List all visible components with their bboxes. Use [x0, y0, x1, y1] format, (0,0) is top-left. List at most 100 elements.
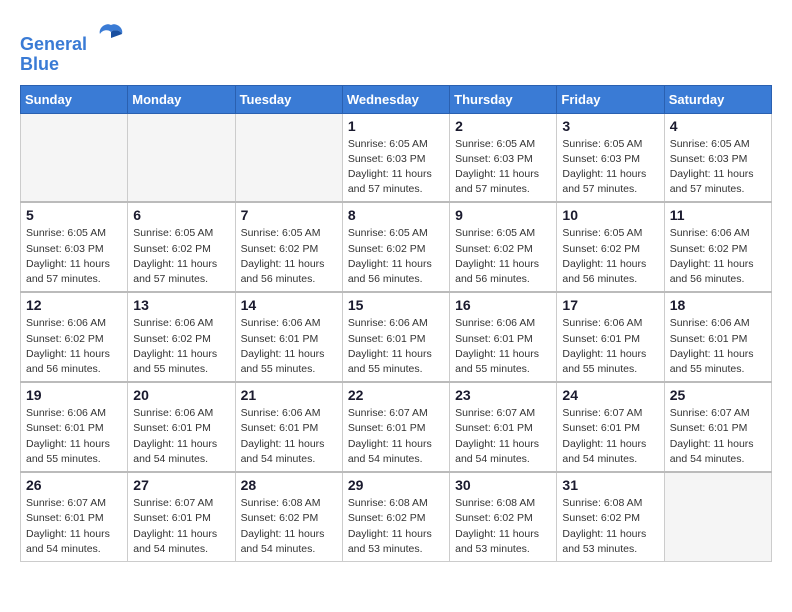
calendar-week-row: 1 Sunrise: 6:05 AMSunset: 6:03 PMDaylight…	[21, 113, 772, 202]
calendar-cell: 27 Sunrise: 6:07 AMSunset: 6:01 PMDayligh…	[128, 472, 235, 561]
day-number: 13	[133, 297, 229, 313]
day-number: 28	[241, 477, 337, 493]
calendar-cell: 16 Sunrise: 6:06 AMSunset: 6:01 PMDayligh…	[450, 292, 557, 382]
calendar-cell: 17 Sunrise: 6:06 AMSunset: 6:01 PMDayligh…	[557, 292, 664, 382]
calendar-cell: 28 Sunrise: 6:08 AMSunset: 6:02 PMDayligh…	[235, 472, 342, 561]
calendar-cell	[235, 113, 342, 202]
day-info: Sunrise: 6:08 AMSunset: 6:02 PMDaylight:…	[348, 496, 444, 557]
calendar-cell: 13 Sunrise: 6:06 AMSunset: 6:02 PMDayligh…	[128, 292, 235, 382]
day-number: 10	[562, 207, 658, 223]
day-info: Sunrise: 6:08 AMSunset: 6:02 PMDaylight:…	[562, 496, 658, 557]
calendar-cell: 5 Sunrise: 6:05 AMSunset: 6:03 PMDaylight…	[21, 202, 128, 292]
calendar-cell	[664, 472, 771, 561]
day-info: Sunrise: 6:06 AMSunset: 6:01 PMDaylight:…	[241, 316, 337, 377]
day-info: Sunrise: 6:07 AMSunset: 6:01 PMDaylight:…	[455, 406, 551, 467]
day-number: 12	[26, 297, 122, 313]
day-info: Sunrise: 6:05 AMSunset: 6:03 PMDaylight:…	[348, 137, 444, 198]
day-info: Sunrise: 6:06 AMSunset: 6:01 PMDaylight:…	[562, 316, 658, 377]
calendar-week-row: 19 Sunrise: 6:06 AMSunset: 6:01 PMDayligh…	[21, 382, 772, 472]
calendar-week-row: 12 Sunrise: 6:06 AMSunset: 6:02 PMDayligh…	[21, 292, 772, 382]
day-number: 3	[562, 118, 658, 134]
day-number: 14	[241, 297, 337, 313]
day-info: Sunrise: 6:06 AMSunset: 6:02 PMDaylight:…	[670, 226, 766, 287]
day-info: Sunrise: 6:05 AMSunset: 6:02 PMDaylight:…	[241, 226, 337, 287]
logo: General Blue	[20, 20, 126, 75]
day-info: Sunrise: 6:05 AMSunset: 6:02 PMDaylight:…	[133, 226, 229, 287]
day-number: 15	[348, 297, 444, 313]
calendar-cell: 25 Sunrise: 6:07 AMSunset: 6:01 PMDayligh…	[664, 382, 771, 472]
day-info: Sunrise: 6:06 AMSunset: 6:02 PMDaylight:…	[26, 316, 122, 377]
logo-general: General	[20, 34, 87, 54]
calendar-cell: 24 Sunrise: 6:07 AMSunset: 6:01 PMDayligh…	[557, 382, 664, 472]
day-number: 17	[562, 297, 658, 313]
calendar-cell: 12 Sunrise: 6:06 AMSunset: 6:02 PMDayligh…	[21, 292, 128, 382]
weekday-header-wednesday: Wednesday	[342, 85, 449, 113]
calendar-cell: 10Sunrise: 6:05 AMSunset: 6:02 PMDayligh…	[557, 202, 664, 292]
day-number: 19	[26, 387, 122, 403]
day-info: Sunrise: 6:07 AMSunset: 6:01 PMDaylight:…	[562, 406, 658, 467]
calendar-cell: 15 Sunrise: 6:06 AMSunset: 6:01 PMDayligh…	[342, 292, 449, 382]
calendar-cell: 31Sunrise: 6:08 AMSunset: 6:02 PMDayligh…	[557, 472, 664, 561]
weekday-header-monday: Monday	[128, 85, 235, 113]
calendar-cell: 29 Sunrise: 6:08 AMSunset: 6:02 PMDayligh…	[342, 472, 449, 561]
logo-bird-icon	[96, 20, 126, 50]
weekday-header-row: SundayMondayTuesdayWednesdayThursdayFrid…	[21, 85, 772, 113]
day-info: Sunrise: 6:08 AMSunset: 6:02 PMDaylight:…	[455, 496, 551, 557]
weekday-header-tuesday: Tuesday	[235, 85, 342, 113]
calendar-cell: 2Sunrise: 6:05 AMSunset: 6:03 PMDaylight…	[450, 113, 557, 202]
day-info: Sunrise: 6:06 AMSunset: 6:01 PMDaylight:…	[455, 316, 551, 377]
calendar-cell: 20 Sunrise: 6:06 AMSunset: 6:01 PMDayligh…	[128, 382, 235, 472]
day-info: Sunrise: 6:05 AMSunset: 6:02 PMDaylight:…	[455, 226, 551, 287]
day-number: 5	[26, 207, 122, 223]
weekday-header-sunday: Sunday	[21, 85, 128, 113]
day-info: Sunrise: 6:06 AMSunset: 6:01 PMDaylight:…	[670, 316, 766, 377]
day-info: Sunrise: 6:05 AMSunset: 6:03 PMDaylight:…	[26, 226, 122, 287]
day-number: 4	[670, 118, 766, 134]
calendar-cell	[21, 113, 128, 202]
day-number: 21	[241, 387, 337, 403]
calendar-cell: 11Sunrise: 6:06 AMSunset: 6:02 PMDayligh…	[664, 202, 771, 292]
day-number: 18	[670, 297, 766, 313]
day-number: 23	[455, 387, 551, 403]
day-info: Sunrise: 6:05 AMSunset: 6:03 PMDaylight:…	[562, 137, 658, 198]
logo-blue: Blue	[20, 54, 59, 74]
day-info: Sunrise: 6:06 AMSunset: 6:02 PMDaylight:…	[133, 316, 229, 377]
day-number: 6	[133, 207, 229, 223]
day-number: 29	[348, 477, 444, 493]
calendar-cell: 3 Sunrise: 6:05 AMSunset: 6:03 PMDaylight…	[557, 113, 664, 202]
calendar-cell: 14 Sunrise: 6:06 AMSunset: 6:01 PMDayligh…	[235, 292, 342, 382]
calendar-cell: 23 Sunrise: 6:07 AMSunset: 6:01 PMDayligh…	[450, 382, 557, 472]
day-info: Sunrise: 6:07 AMSunset: 6:01 PMDaylight:…	[670, 406, 766, 467]
calendar-cell: 21 Sunrise: 6:06 AMSunset: 6:01 PMDayligh…	[235, 382, 342, 472]
calendar-cell: 9Sunrise: 6:05 AMSunset: 6:02 PMDaylight…	[450, 202, 557, 292]
day-info: Sunrise: 6:06 AMSunset: 6:01 PMDaylight:…	[133, 406, 229, 467]
weekday-header-friday: Friday	[557, 85, 664, 113]
calendar-week-row: 26Sunrise: 6:07 AMSunset: 6:01 PMDayligh…	[21, 472, 772, 561]
weekday-header-thursday: Thursday	[450, 85, 557, 113]
page-header: General Blue	[20, 20, 772, 75]
calendar-week-row: 5 Sunrise: 6:05 AMSunset: 6:03 PMDaylight…	[21, 202, 772, 292]
day-number: 25	[670, 387, 766, 403]
day-number: 30	[455, 477, 551, 493]
day-number: 27	[133, 477, 229, 493]
calendar-table: SundayMondayTuesdayWednesdayThursdayFrid…	[20, 85, 772, 562]
day-info: Sunrise: 6:06 AMSunset: 6:01 PMDaylight:…	[241, 406, 337, 467]
day-info: Sunrise: 6:06 AMSunset: 6:01 PMDaylight:…	[348, 316, 444, 377]
day-number: 16	[455, 297, 551, 313]
day-info: Sunrise: 6:07 AMSunset: 6:01 PMDaylight:…	[348, 406, 444, 467]
day-number: 22	[348, 387, 444, 403]
calendar-cell: 30 Sunrise: 6:08 AMSunset: 6:02 PMDayligh…	[450, 472, 557, 561]
day-info: Sunrise: 6:08 AMSunset: 6:02 PMDaylight:…	[241, 496, 337, 557]
day-number: 24	[562, 387, 658, 403]
day-number: 20	[133, 387, 229, 403]
calendar-cell: 19 Sunrise: 6:06 AMSunset: 6:01 PMDayligh…	[21, 382, 128, 472]
day-number: 7	[241, 207, 337, 223]
day-info: Sunrise: 6:07 AMSunset: 6:01 PMDaylight:…	[26, 496, 122, 557]
day-number: 8	[348, 207, 444, 223]
day-info: Sunrise: 6:06 AMSunset: 6:01 PMDaylight:…	[26, 406, 122, 467]
weekday-header-saturday: Saturday	[664, 85, 771, 113]
day-info: Sunrise: 6:07 AMSunset: 6:01 PMDaylight:…	[133, 496, 229, 557]
day-number: 1	[348, 118, 444, 134]
calendar-cell: 7 Sunrise: 6:05 AMSunset: 6:02 PMDaylight…	[235, 202, 342, 292]
calendar-cell: 1 Sunrise: 6:05 AMSunset: 6:03 PMDaylight…	[342, 113, 449, 202]
